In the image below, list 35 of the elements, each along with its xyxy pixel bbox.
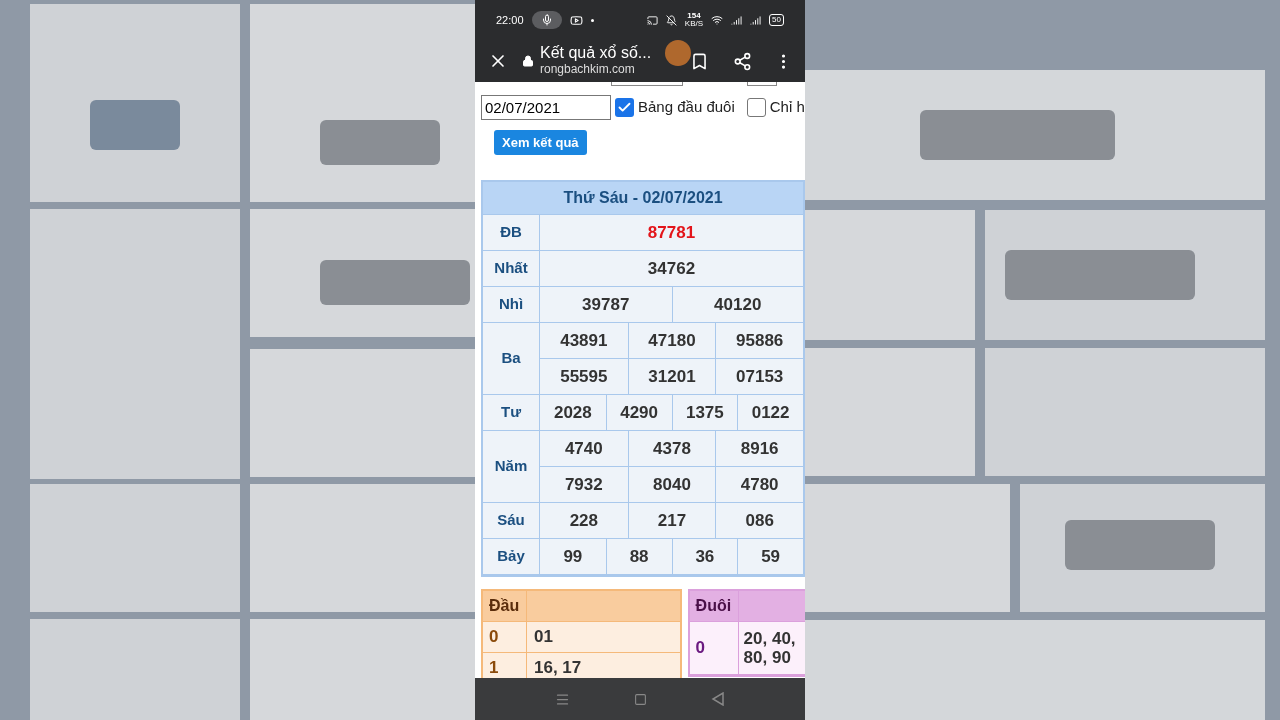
- wifi-icon: [711, 14, 724, 26]
- signal-icon: [750, 14, 762, 26]
- head-digit: 0: [483, 622, 527, 652]
- input-field[interactable]: [611, 82, 683, 86]
- date-field[interactable]: 02/07/2021: [481, 95, 611, 120]
- page-url: rongbachkim.com: [540, 61, 636, 77]
- signal-icon: [731, 14, 743, 26]
- view-results-button[interactable]: Xem kết quả: [494, 130, 587, 155]
- checkbox-label: Bảng đầu đuôi: [638, 97, 735, 118]
- menu-icon[interactable]: [555, 691, 570, 707]
- tail-values: 20, 40, 80, 90: [742, 628, 797, 669]
- mic-indicator: [531, 11, 562, 29]
- tail-digit: 0: [689, 622, 739, 674]
- tail-header: Đuôi: [689, 591, 739, 621]
- net-speed: 154: [687, 12, 701, 20]
- input-field[interactable]: [747, 82, 777, 86]
- battery-indicator: 50: [769, 14, 784, 26]
- results-title: Thứ Sáu - 02/07/2021: [483, 182, 803, 215]
- lock-icon: [522, 55, 534, 67]
- net-unit: KB/S: [684, 20, 704, 28]
- youtube-icon: [569, 13, 583, 27]
- status-time: 22:00: [496, 12, 524, 28]
- bookmark-icon[interactable]: [690, 51, 709, 71]
- checkbox[interactable]: [615, 98, 634, 117]
- checkbox-label: Chỉ h: [769, 97, 805, 118]
- head-header: Đầu: [483, 591, 527, 621]
- cast-icon: [646, 14, 658, 26]
- back-icon[interactable]: [711, 692, 725, 706]
- head-values: 01: [533, 626, 553, 649]
- bell-off-icon: [665, 14, 677, 26]
- checkbox[interactable]: [746, 98, 766, 117]
- page-title: Kết quả xổ số...: [540, 45, 652, 61]
- share-icon[interactable]: [733, 51, 752, 71]
- head-values: 16, 17: [533, 657, 582, 678]
- home-icon[interactable]: [634, 692, 647, 706]
